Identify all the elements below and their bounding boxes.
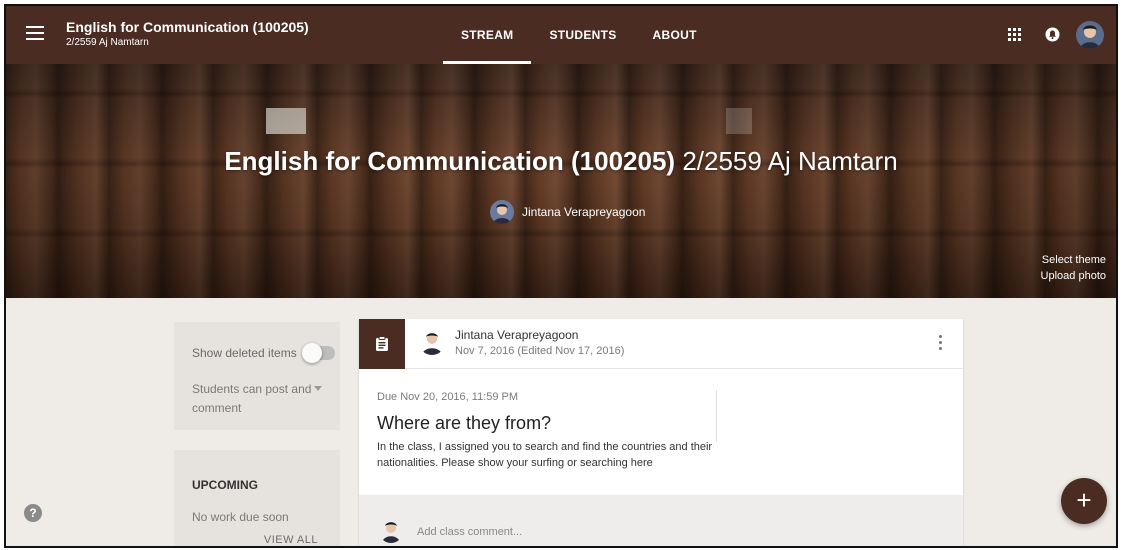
class-banner: English for Communication (100205) 2/255… (6, 64, 1116, 298)
class-title[interactable]: English for Communication (100205) (66, 19, 309, 35)
chevron-down-icon (314, 386, 322, 391)
help-icon[interactable]: ? (24, 504, 42, 522)
tab-students[interactable]: STUDENTS (531, 6, 634, 64)
assignment-post: Jintana Verapreyagoon Nov 7, 2016 (Edite… (359, 319, 963, 546)
banner-title-bold: English for Communication (100205) (224, 146, 676, 176)
upload-photo-link[interactable]: Upload photo (1041, 268, 1106, 284)
teacher-avatar (490, 200, 514, 224)
post-author[interactable]: Jintana Verapreyagoon (455, 328, 578, 342)
top-app-bar: English for Communication (100205) 2/255… (6, 6, 1116, 64)
stream-settings-card: Show deleted items Students can post and… (174, 322, 340, 430)
more-options-icon[interactable] (937, 335, 943, 353)
commenter-avatar (379, 519, 403, 543)
select-theme-link[interactable]: Select theme (1041, 252, 1106, 268)
theme-links: Select theme Upload photo (1041, 252, 1106, 284)
profile-avatar[interactable] (1076, 21, 1104, 49)
assignment-icon (359, 319, 405, 369)
show-deleted-label: Show deleted items (192, 346, 297, 360)
view-all-link[interactable]: VIEW ALL (264, 534, 318, 546)
show-deleted-row: Show deleted items (192, 343, 335, 363)
class-subtitle: 2/2559 Aj Namtarn (66, 37, 149, 48)
show-deleted-toggle[interactable] (301, 343, 335, 363)
tab-about[interactable]: ABOUT (635, 6, 715, 64)
post-header: Jintana Verapreyagoon Nov 7, 2016 (Edite… (359, 319, 963, 369)
due-date: Due Nov 20, 2016, 11:59 PM (377, 391, 519, 403)
post-date: Nov 7, 2016 (Edited Nov 17, 2016) (455, 345, 625, 357)
class-comment-input[interactable] (417, 522, 717, 542)
assignment-description: In the class, I assigned you to search a… (377, 441, 713, 469)
teacher-chip: Jintana Verapreyagoon (490, 200, 645, 224)
upcoming-text: No work due soon (192, 510, 289, 524)
teacher-name: Jintana Verapreyagoon (522, 205, 646, 219)
student-permission-select[interactable]: Students can post and comment (192, 380, 332, 418)
banner-title-rest: 2/2559 Aj Namtarn (682, 146, 898, 176)
upcoming-heading: UPCOMING (192, 478, 258, 492)
tab-stream[interactable]: STREAM (443, 6, 532, 64)
add-button[interactable]: + (1061, 478, 1107, 524)
author-avatar[interactable] (419, 329, 445, 355)
apps-grid-icon[interactable] (1008, 28, 1021, 41)
banner-shade (6, 64, 1116, 298)
menu-icon[interactable] (26, 26, 44, 42)
assignment-body[interactable]: Due Nov 20, 2016, 11:59 PM Where are the… (359, 370, 963, 494)
tab-bar: STREAM STUDENTS ABOUT (443, 6, 715, 64)
classroom-window: English for Communication (100205) 2/255… (4, 4, 1118, 548)
banner-title: English for Communication (100205) 2/255… (6, 146, 1116, 177)
student-permission-value: Students can post and comment (192, 382, 312, 415)
upcoming-card: UPCOMING No work due soon VIEW ALL (174, 450, 340, 546)
assignment-title[interactable]: Where are they from? (377, 413, 551, 434)
comment-bar (359, 495, 963, 546)
notification-icon[interactable] (1045, 27, 1060, 42)
divider (716, 390, 717, 442)
